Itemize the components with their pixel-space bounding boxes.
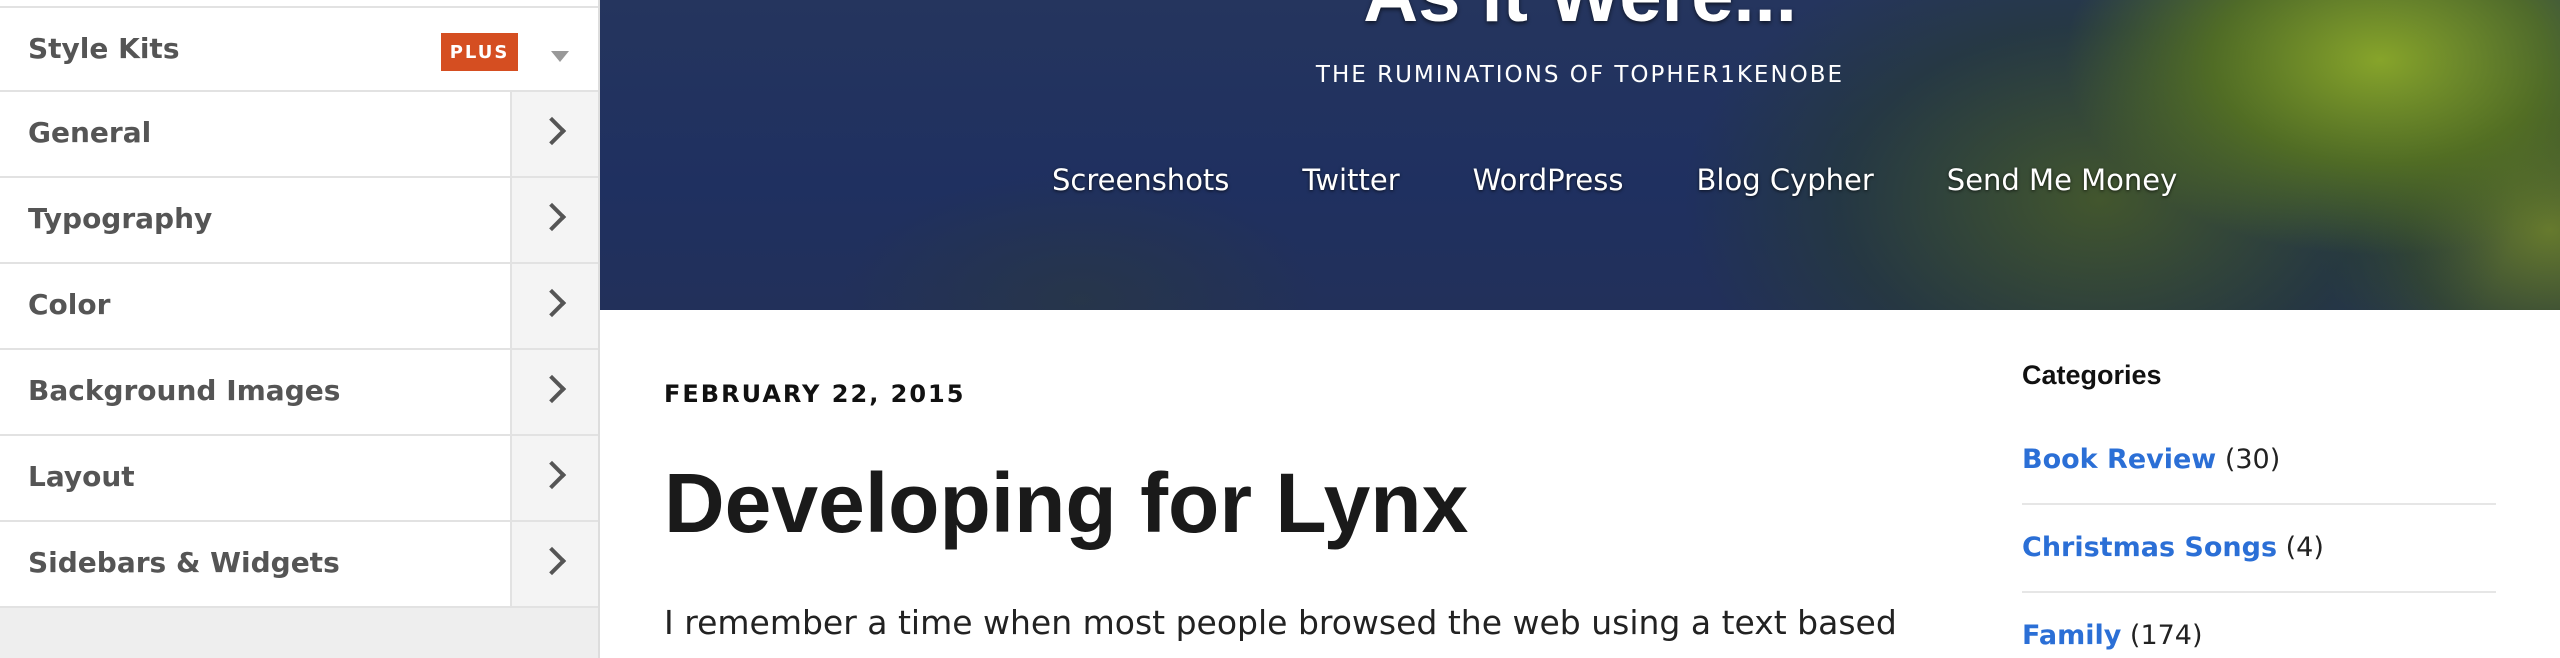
section-label: Typography [28,202,213,235]
section-open-button[interactable] [510,178,598,262]
section-open-button[interactable] [510,350,598,434]
section-label: Layout [28,460,135,493]
nav-link-blog-cypher[interactable]: Blog Cypher [1697,163,1874,197]
chevron-right-icon [537,374,567,404]
category-divider [2022,503,2496,505]
style-kits-label: Style Kits [28,32,180,65]
nav-link-twitter[interactable]: Twitter [1302,163,1399,197]
section-typography[interactable]: Typography [0,178,598,264]
section-label: Color [28,288,111,321]
plus-badge: PLUS [441,33,518,71]
category-item: Book Review (30) [2022,444,2496,475]
category-count: (174) [2129,620,2203,651]
site-title[interactable]: As it Were... [600,0,2560,39]
site-tagline: THE RUMINATIONS OF TOPHER1KENOBE [1315,62,1845,88]
style-kits-section[interactable]: Style Kits PLUS [0,8,598,92]
panel-top-divider [0,0,598,8]
customizer-panel: Style Kits PLUS General Typography Color… [0,0,600,658]
category-link[interactable]: Book Review [2022,444,2216,475]
chevron-right-icon [537,116,567,146]
nav-link-wordpress[interactable]: WordPress [1473,163,1624,197]
section-color[interactable]: Color [0,264,598,350]
chevron-right-icon [537,460,567,490]
site-header: As it Were... THE RUMINATIONS OF TOPHER1… [600,0,2560,310]
section-general[interactable]: General [0,92,598,178]
section-open-button[interactable] [510,264,598,348]
customizer-sections: General Typography Color Background Imag… [0,92,598,608]
nav-link-screenshots[interactable]: Screenshots [1052,163,1229,197]
post-title[interactable]: Developing for Lynx [664,455,1468,552]
category-link[interactable]: Family [2022,620,2121,651]
nav-link-send-me-money[interactable]: Send Me Money [1947,163,2178,197]
category-divider [2022,591,2496,593]
categories-widget-title: Categories [2022,360,2162,390]
section-sidebars-widgets[interactable]: Sidebars & Widgets [0,522,598,608]
post-excerpt: I remember a time when most people brows… [664,603,1897,642]
category-count: (4) [2285,532,2324,563]
section-background-images[interactable]: Background Images [0,350,598,436]
post-date[interactable]: FEBRUARY 22, 2015 [664,380,965,408]
category-link[interactable]: Christmas Songs [2022,532,2277,563]
chevron-right-icon [537,288,567,318]
category-item: Family (174) [2022,620,2496,651]
section-open-button[interactable] [510,92,598,176]
section-open-button[interactable] [510,436,598,520]
section-label: Sidebars & Widgets [28,546,340,579]
chevron-right-icon [537,546,567,576]
section-label: Background Images [28,374,341,407]
section-label: General [28,116,152,149]
section-open-button[interactable] [510,522,598,606]
category-item: Christmas Songs (4) [2022,532,2496,563]
section-layout[interactable]: Layout [0,436,598,522]
caret-down-icon[interactable] [551,51,569,62]
chevron-right-icon [537,202,567,232]
category-count: (30) [2224,444,2281,475]
primary-nav: Screenshots Twitter WordPress Blog Cyphe… [1052,163,2250,197]
